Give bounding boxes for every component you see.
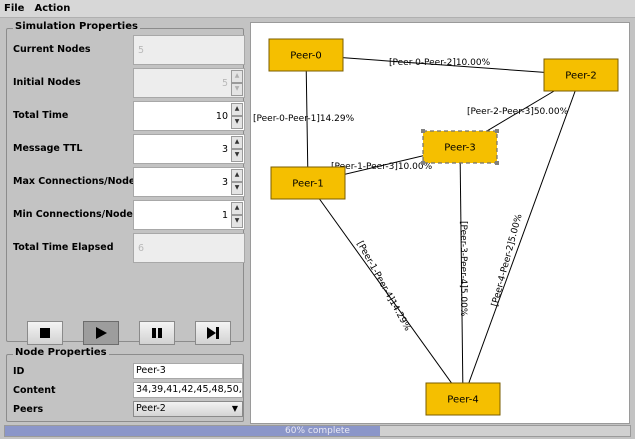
- spinner-up-icon[interactable]: ▲: [231, 169, 243, 182]
- node-peer-2[interactable]: Peer-2: [543, 58, 619, 92]
- initial-nodes-row: Initial Nodes 5 ▲ ▼: [13, 68, 245, 98]
- node-label: Peer-0: [290, 51, 321, 62]
- menu-bar: File Action: [0, 0, 635, 18]
- node-id-row: ID Peer-3: [13, 363, 243, 379]
- network-graph-canvas[interactable]: [Peer-0-Peer-2]10.00% [Peer-0-Peer-1]14.2…: [250, 22, 630, 424]
- progress-text: 60% complete: [285, 426, 350, 436]
- simulation-properties-title: Simulation Properties: [13, 21, 140, 32]
- spinner-down-icon[interactable]: ▼: [231, 149, 243, 162]
- node-label: Peer-2: [565, 71, 596, 82]
- play-button[interactable]: [83, 321, 119, 345]
- edge-label: [Peer-1-Peer-3]10.00%: [331, 162, 433, 172]
- edge-label: [Peer-1-Peer-4]14.29%: [354, 240, 412, 334]
- spinner-up-icon[interactable]: ▲: [231, 202, 243, 215]
- spinner-up-icon[interactable]: ▲: [231, 136, 243, 149]
- node-id-field[interactable]: Peer-3: [133, 363, 243, 379]
- stop-icon: [40, 328, 50, 338]
- selection-handle[interactable]: [495, 161, 499, 165]
- spinner-down-icon[interactable]: ▼: [231, 116, 243, 129]
- max-connections-value: 3: [221, 177, 228, 188]
- node-properties-group: Node Properties ID Peer-3 Content 34,39,…: [6, 347, 244, 422]
- spinner-down-icon[interactable]: ▼: [231, 182, 243, 195]
- message-ttl-value: 3: [221, 144, 228, 155]
- total-time-row: Total Time 10 ▲ ▼: [13, 101, 245, 131]
- node-content-field[interactable]: 34,39,41,42,45,48,50,: [133, 382, 243, 398]
- total-time-elapsed-row: Total Time Elapsed 6: [13, 233, 245, 263]
- simulation-properties-group: Simulation Properties Current Nodes 5 In…: [6, 21, 245, 345]
- current-nodes-field: 5: [133, 35, 245, 65]
- menu-action[interactable]: Action: [34, 3, 70, 14]
- current-nodes-row: Current Nodes 5: [13, 35, 245, 65]
- node-peers-row: Peers Peer-2 ▼: [13, 401, 243, 417]
- initial-nodes-value: 5: [221, 78, 228, 89]
- node-peers-label: Peers: [13, 404, 44, 415]
- total-time-elapsed-value: 6: [138, 243, 145, 254]
- node-label: Peer-3: [444, 143, 475, 154]
- node-content-label: Content: [13, 385, 56, 396]
- peers-selected-value: Peer-2: [136, 403, 166, 414]
- selection-handle[interactable]: [421, 129, 425, 133]
- node-label: Peer-4: [447, 395, 478, 406]
- current-nodes-value: 5: [138, 45, 145, 56]
- total-time-spinner[interactable]: 10 ▲ ▼: [133, 101, 245, 131]
- edge-label: [Peer-4-Peer-2]5.00%: [490, 213, 524, 308]
- node-peer-1[interactable]: Peer-1: [270, 166, 346, 200]
- menu-file[interactable]: File: [4, 3, 24, 14]
- total-time-value: 10: [215, 111, 228, 122]
- step-forward-icon: [207, 327, 219, 339]
- node-peer-4[interactable]: Peer-4: [425, 382, 501, 416]
- play-icon: [96, 327, 107, 339]
- min-connections-label: Min Connections/Node: [13, 209, 133, 220]
- node-properties-title: Node Properties: [13, 347, 109, 358]
- edge-label: [Peer-3-Peer-4]5.00%: [458, 221, 468, 317]
- progress-bar: 60% complete: [4, 425, 631, 437]
- node-content-row: Content 34,39,41,42,45,48,50,: [13, 382, 243, 398]
- initial-nodes-spinner: 5 ▲ ▼: [133, 68, 245, 98]
- total-time-elapsed-field: 6: [133, 233, 245, 263]
- stop-button[interactable]: [27, 321, 63, 345]
- max-connections-label: Max Connections/Node: [13, 176, 136, 187]
- chevron-down-icon: ▼: [231, 404, 238, 413]
- min-connections-value: 1: [221, 210, 228, 221]
- message-ttl-row: Message TTL 3 ▲ ▼: [13, 134, 245, 164]
- edge-label: [Peer-2-Peer-3]50.00%: [467, 107, 569, 117]
- node-peer-0[interactable]: Peer-0: [268, 38, 344, 72]
- node-peer-3[interactable]: Peer-3: [421, 129, 499, 165]
- step-forward-button[interactable]: [195, 321, 231, 345]
- edge-label: [Peer-0-Peer-1]14.29%: [253, 114, 355, 124]
- max-connections-spinner[interactable]: 3 ▲ ▼: [133, 167, 245, 197]
- node-id-label: ID: [13, 366, 25, 377]
- total-time-label: Total Time: [13, 110, 69, 121]
- selection-handle[interactable]: [495, 129, 499, 133]
- network-graph: [Peer-0-Peer-2]10.00% [Peer-0-Peer-1]14.2…: [253, 38, 619, 416]
- total-time-elapsed-label: Total Time Elapsed: [13, 242, 114, 253]
- spinner-up-icon[interactable]: ▲: [231, 103, 243, 116]
- pause-button[interactable]: [139, 321, 175, 345]
- node-label: Peer-1: [292, 179, 323, 190]
- peers-dropdown[interactable]: Peer-2 ▼: [133, 401, 243, 417]
- min-connections-row: Min Connections/Node 1 ▲ ▼: [13, 200, 245, 230]
- message-ttl-spinner[interactable]: 3 ▲ ▼: [133, 134, 245, 164]
- spinner-down-icon: ▼: [231, 83, 243, 96]
- min-connections-spinner[interactable]: 1 ▲ ▼: [133, 200, 245, 230]
- spinner-down-icon[interactable]: ▼: [231, 215, 243, 228]
- edge-e24: [462, 74, 582, 400]
- message-ttl-label: Message TTL: [13, 143, 83, 154]
- spinner-up-icon: ▲: [231, 70, 243, 83]
- playback-controls: [27, 321, 237, 345]
- edge-label: [Peer-0-Peer-2]10.00%: [389, 58, 491, 68]
- max-connections-row: Max Connections/Node 3 ▲ ▼: [13, 167, 245, 197]
- pause-icon: [152, 328, 162, 338]
- initial-nodes-label: Initial Nodes: [13, 77, 81, 88]
- left-panel: Simulation Properties Current Nodes 5 In…: [4, 20, 246, 424]
- selection-handle[interactable]: [421, 161, 425, 165]
- current-nodes-label: Current Nodes: [13, 44, 91, 55]
